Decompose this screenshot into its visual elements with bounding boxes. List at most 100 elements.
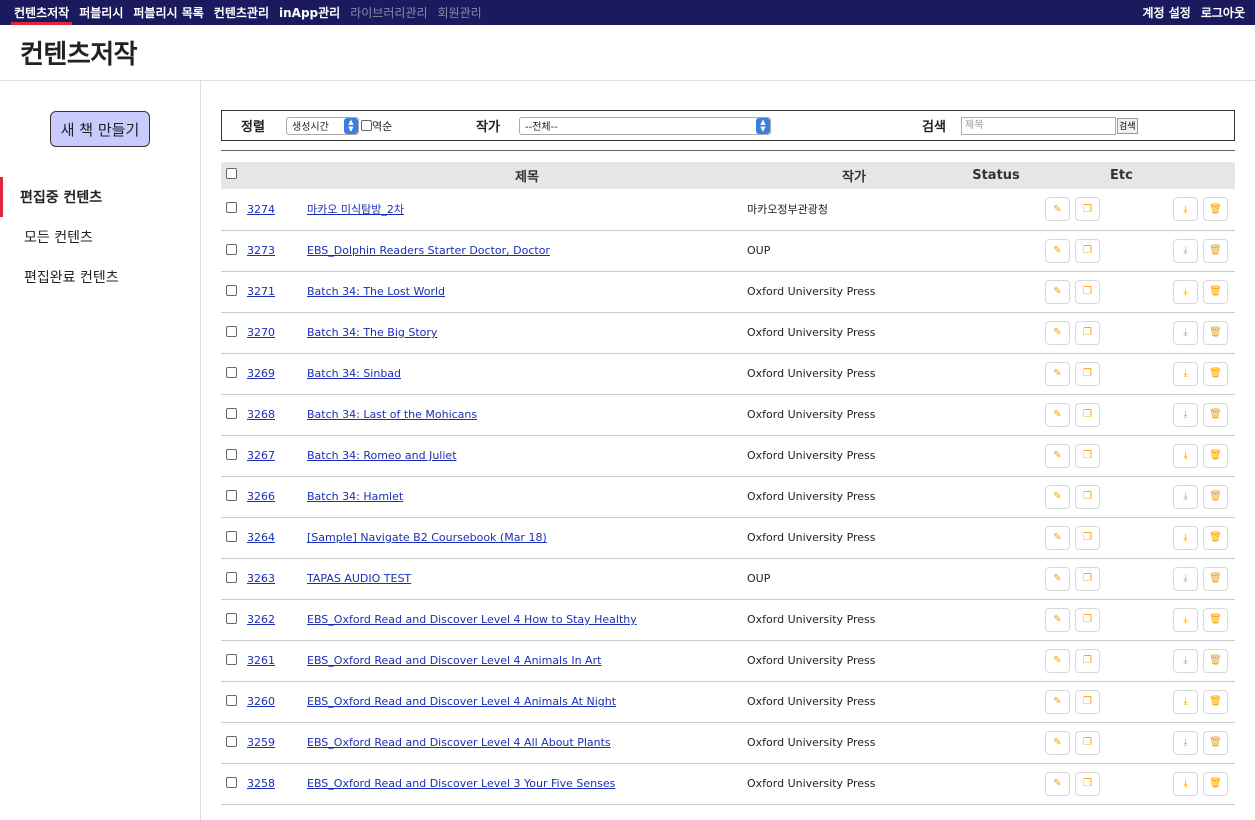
download-button[interactable]: ⤓ [1173, 648, 1198, 673]
row-checkbox[interactable] [226, 448, 237, 460]
delete-button[interactable]: 🗑 [1203, 402, 1228, 427]
row-checkbox[interactable] [226, 653, 237, 665]
row-checkbox[interactable] [226, 243, 237, 255]
logout-link[interactable]: 로그아웃 [1201, 0, 1245, 25]
row-checkbox[interactable] [226, 407, 237, 419]
delete-button[interactable]: 🗑 [1203, 648, 1228, 673]
content-title-link[interactable]: EBS_Oxford Read and Discover Level 4 Ani… [307, 654, 601, 667]
download-button[interactable]: ⤓ [1173, 320, 1198, 345]
download-button[interactable]: ⤓ [1173, 525, 1198, 550]
edit-button[interactable]: ✎ [1045, 730, 1070, 755]
nav-publish-list[interactable]: 퍼블리시 목록 [133, 0, 203, 25]
content-id-link[interactable]: 3268 [247, 408, 275, 421]
copy-button[interactable]: ❐ [1075, 361, 1100, 386]
reverse-checkbox[interactable] [361, 120, 372, 131]
download-button[interactable]: ⤓ [1173, 771, 1198, 796]
content-id-link[interactable]: 3259 [247, 736, 275, 749]
content-id-link[interactable]: 3262 [247, 613, 275, 626]
content-title-link[interactable]: 마카오 미식탐방_2차 [307, 203, 404, 216]
row-checkbox[interactable] [226, 202, 237, 214]
copy-button[interactable]: ❐ [1075, 566, 1100, 591]
content-id-link[interactable]: 3264 [247, 531, 275, 544]
edit-button[interactable]: ✎ [1045, 484, 1070, 509]
content-title-link[interactable]: Batch 34: Hamlet [307, 490, 403, 503]
copy-button[interactable]: ❐ [1075, 648, 1100, 673]
nav-content-authoring[interactable]: 컨텐츠저작 [10, 0, 73, 25]
content-id-link[interactable]: 3261 [247, 654, 275, 667]
content-id-link[interactable]: 3271 [247, 285, 275, 298]
content-title-link[interactable]: EBS_Oxford Read and Discover Level 3 You… [307, 777, 615, 790]
edit-button[interactable]: ✎ [1045, 361, 1070, 386]
delete-button[interactable]: 🗑 [1203, 320, 1228, 345]
content-id-link[interactable]: 3269 [247, 367, 275, 380]
copy-button[interactable]: ❐ [1075, 525, 1100, 550]
select-all-checkbox[interactable] [226, 168, 237, 179]
delete-button[interactable]: 🗑 [1203, 525, 1228, 550]
copy-button[interactable]: ❐ [1075, 320, 1100, 345]
search-button[interactable]: 검색 [1117, 117, 1138, 134]
delete-button[interactable]: 🗑 [1203, 279, 1228, 304]
row-checkbox[interactable] [226, 571, 237, 583]
nav-inapp-management[interactable]: inApp관리 [279, 0, 340, 25]
nav-library-management[interactable]: 라이브러리관리 [350, 0, 427, 25]
download-button[interactable]: ⤓ [1173, 566, 1198, 591]
copy-button[interactable]: ❐ [1075, 197, 1100, 222]
row-checkbox[interactable] [226, 530, 237, 542]
download-button[interactable]: ⤓ [1173, 607, 1198, 632]
copy-button[interactable]: ❐ [1075, 402, 1100, 427]
edit-button[interactable]: ✎ [1045, 607, 1070, 632]
edit-button[interactable]: ✎ [1045, 238, 1070, 263]
search-input[interactable] [961, 116, 1116, 135]
copy-button[interactable]: ❐ [1075, 607, 1100, 632]
download-button[interactable]: ⤓ [1173, 197, 1198, 222]
copy-button[interactable]: ❐ [1075, 689, 1100, 714]
edit-button[interactable]: ✎ [1045, 320, 1070, 345]
copy-button[interactable]: ❐ [1075, 484, 1100, 509]
nav-content-management[interactable]: 컨텐츠관리 [214, 0, 269, 25]
content-title-link[interactable]: Batch 34: Last of the Mohicans [307, 408, 477, 421]
copy-button[interactable]: ❐ [1075, 238, 1100, 263]
content-title-link[interactable]: [Sample] Navigate B2 Coursebook (Mar 18) [307, 531, 547, 544]
author-select[interactable]: --전체-- ▲ ▼ [519, 116, 771, 135]
delete-button[interactable]: 🗑 [1203, 361, 1228, 386]
row-checkbox[interactable] [226, 776, 237, 788]
edit-button[interactable]: ✎ [1045, 443, 1070, 468]
edit-button[interactable]: ✎ [1045, 648, 1070, 673]
copy-button[interactable]: ❐ [1075, 771, 1100, 796]
content-id-link[interactable]: 3258 [247, 777, 275, 790]
content-title-link[interactable]: EBS_Oxford Read and Discover Level 4 How… [307, 613, 637, 626]
delete-button[interactable]: 🗑 [1203, 771, 1228, 796]
delete-button[interactable]: 🗑 [1203, 443, 1228, 468]
copy-button[interactable]: ❐ [1075, 730, 1100, 755]
sort-select[interactable]: 생성시간 ▲ ▼ [286, 116, 359, 135]
row-checkbox[interactable] [226, 612, 237, 624]
download-button[interactable]: ⤓ [1173, 238, 1198, 263]
row-checkbox[interactable] [226, 694, 237, 706]
delete-button[interactable]: 🗑 [1203, 607, 1228, 632]
content-title-link[interactable]: Batch 34: The Big Story [307, 326, 437, 339]
download-button[interactable]: ⤓ [1173, 730, 1198, 755]
content-title-link[interactable]: EBS_Dolphin Readers Starter Doctor, Doct… [307, 244, 550, 257]
content-id-link[interactable]: 3273 [247, 244, 275, 257]
row-checkbox[interactable] [226, 284, 237, 296]
edit-button[interactable]: ✎ [1045, 566, 1070, 591]
new-book-button[interactable]: 새 책 만들기 [50, 111, 150, 147]
content-title-link[interactable]: EBS_Oxford Read and Discover Level 4 All… [307, 736, 611, 749]
content-id-link[interactable]: 3270 [247, 326, 275, 339]
delete-button[interactable]: 🗑 [1203, 238, 1228, 263]
edit-button[interactable]: ✎ [1045, 689, 1070, 714]
content-title-link[interactable]: Batch 34: Romeo and Juliet [307, 449, 457, 462]
content-title-link[interactable]: EBS_Oxford Read and Discover Level 4 Ani… [307, 695, 616, 708]
nav-member-management[interactable]: 회원관리 [438, 0, 482, 25]
edit-button[interactable]: ✎ [1045, 771, 1070, 796]
row-checkbox[interactable] [226, 735, 237, 747]
copy-button[interactable]: ❐ [1075, 279, 1100, 304]
download-button[interactable]: ⤓ [1173, 443, 1198, 468]
edit-button[interactable]: ✎ [1045, 402, 1070, 427]
copy-button[interactable]: ❐ [1075, 443, 1100, 468]
content-id-link[interactable]: 3266 [247, 490, 275, 503]
row-checkbox[interactable] [226, 489, 237, 501]
delete-button[interactable]: 🗑 [1203, 566, 1228, 591]
sidebar-item-editing-content[interactable]: 편집중 컨텐츠 [0, 177, 200, 217]
download-button[interactable]: ⤓ [1173, 689, 1198, 714]
